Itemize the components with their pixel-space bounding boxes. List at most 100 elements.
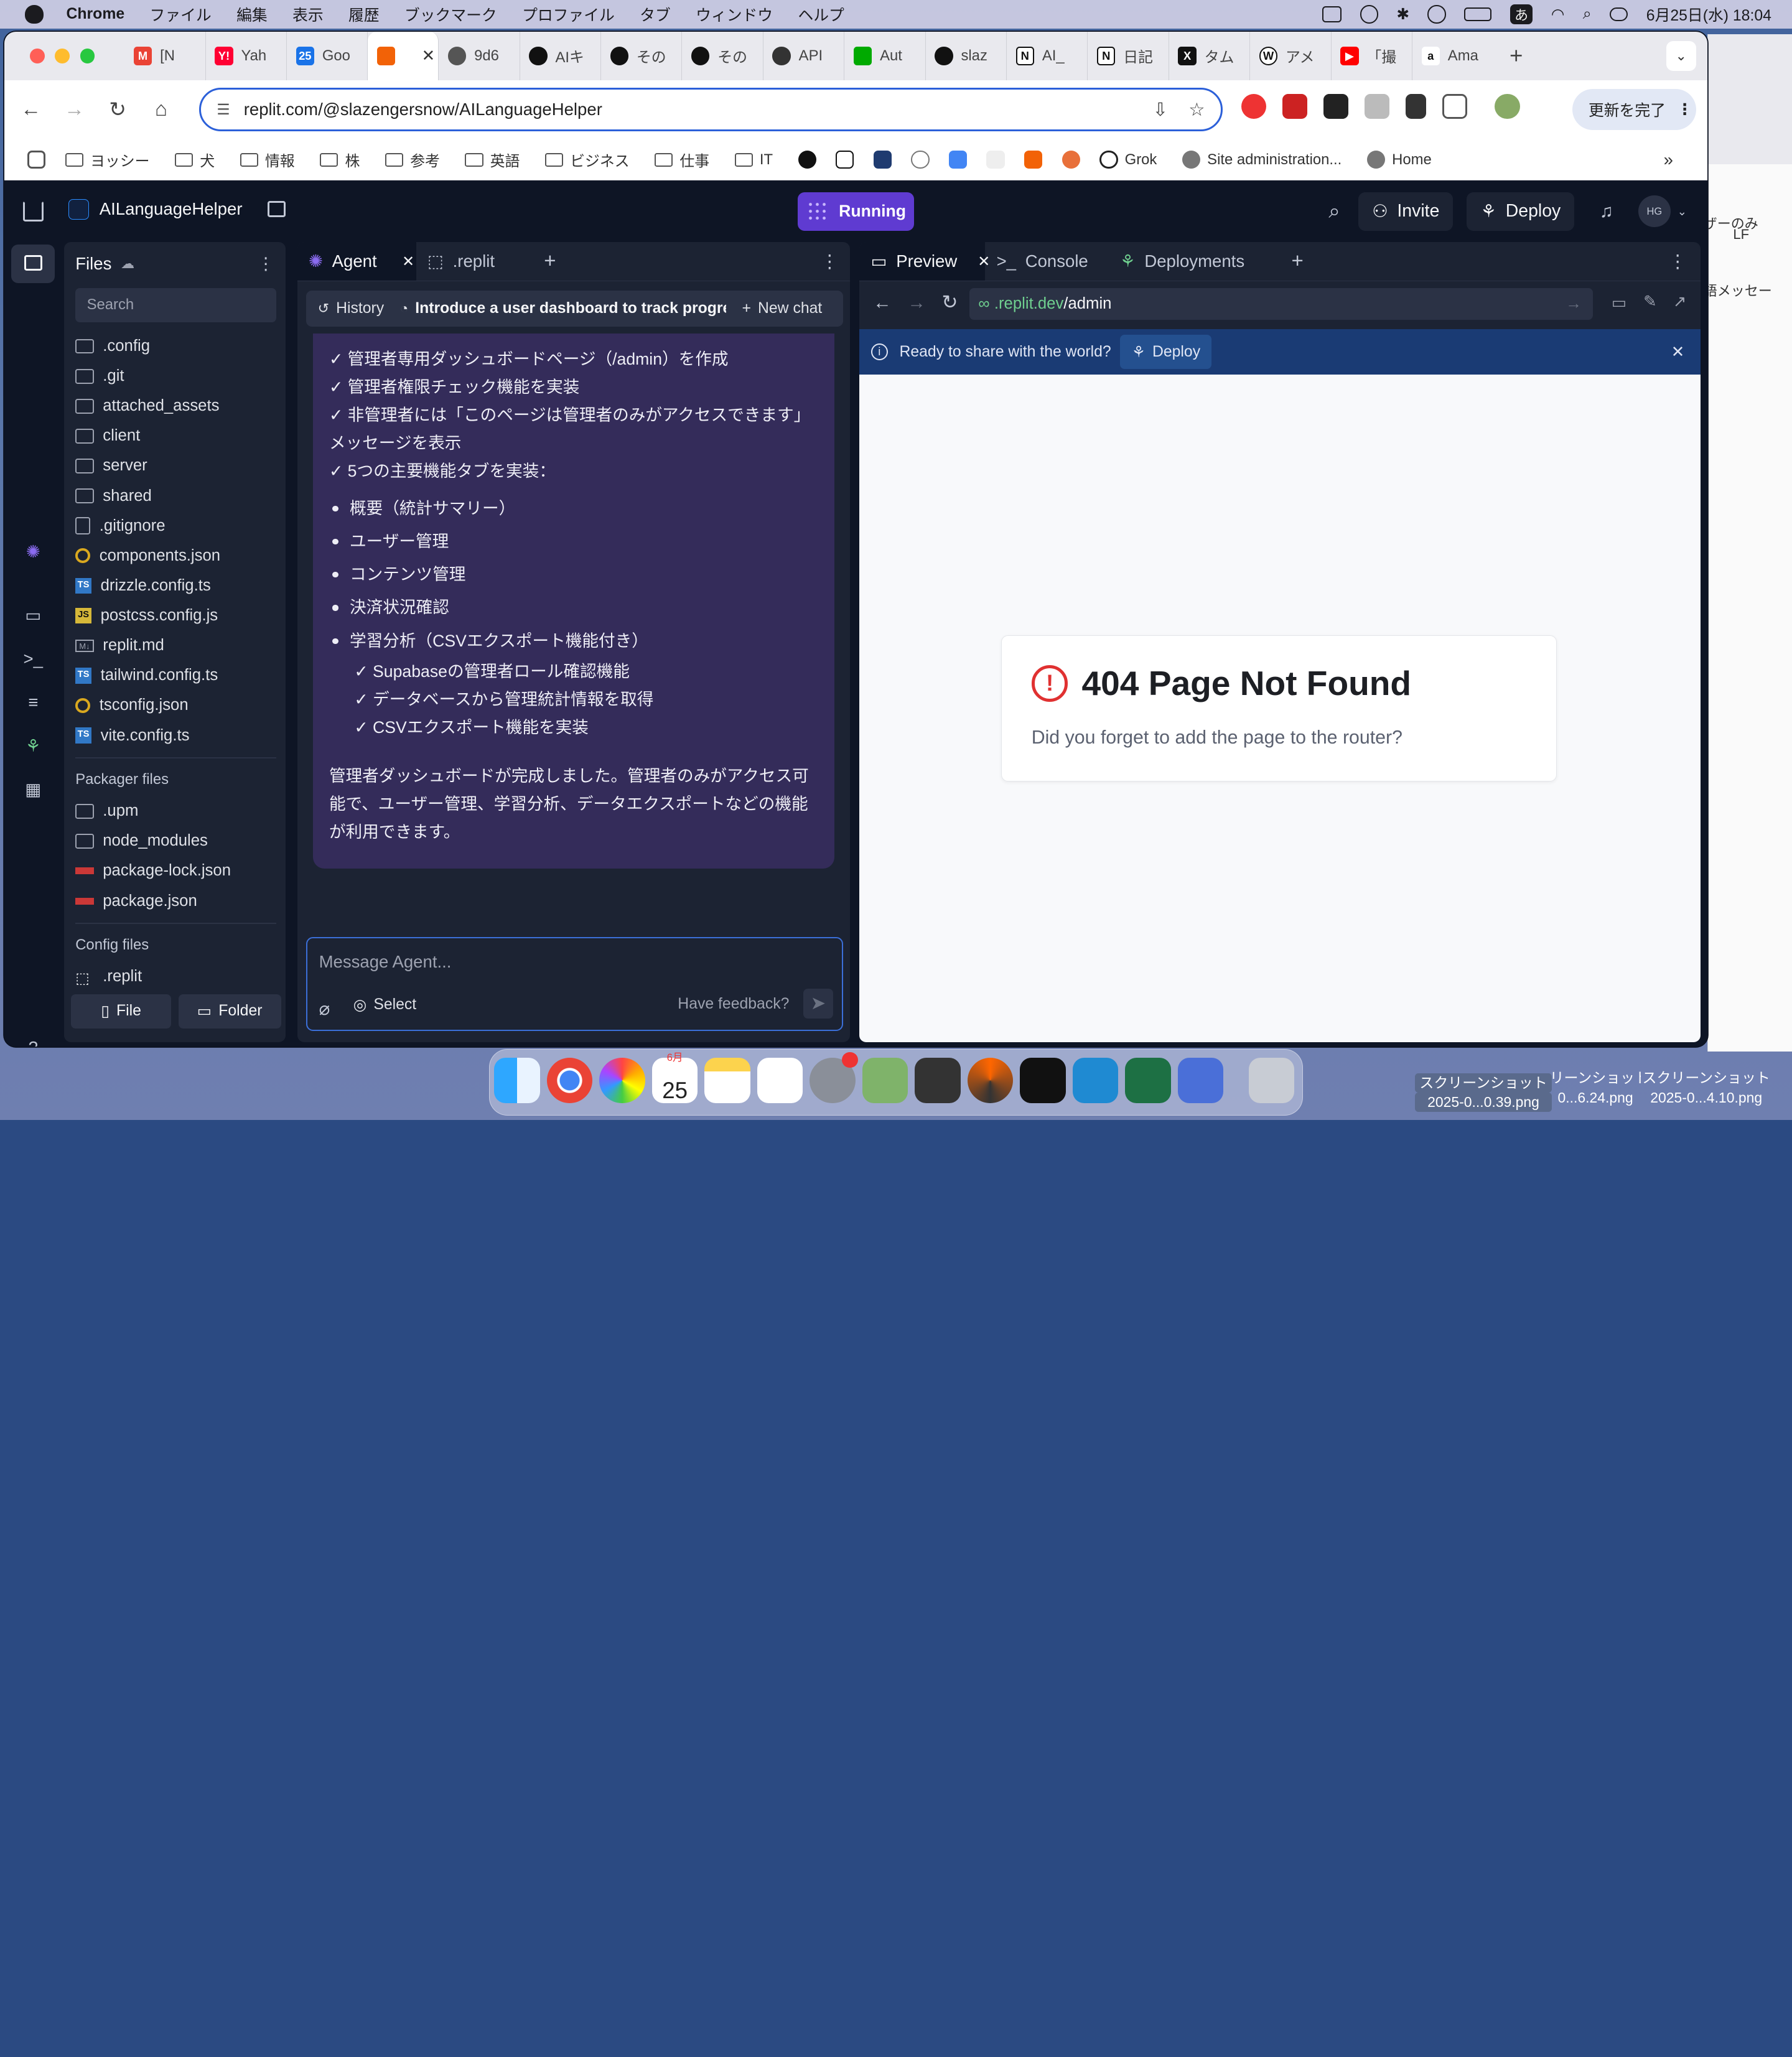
close-banner-icon[interactable]: ✕ — [1671, 343, 1685, 361]
bookmark-folder[interactable]: 株 — [320, 149, 360, 170]
play-icon[interactable] — [1360, 5, 1378, 24]
browser-tab[interactable]: API — [763, 32, 845, 80]
history-button[interactable]: History — [336, 300, 384, 317]
file-tree-item[interactable]: node_modules — [75, 829, 208, 854]
new-chat-button[interactable]: New chat — [758, 300, 822, 317]
tab-console[interactable]: >_ Console — [985, 242, 1108, 281]
lastpass-icon[interactable] — [1282, 93, 1308, 119]
files-tool-button[interactable] — [11, 245, 55, 284]
adblock-icon[interactable] — [1241, 93, 1267, 119]
calendar-icon[interactable]: 6月 25 — [651, 1052, 698, 1104]
iphone-mirroring-icon[interactable] — [1177, 1057, 1224, 1104]
file-tree-item[interactable]: shared — [75, 483, 152, 508]
browser-tab[interactable]: N AI_ — [1007, 32, 1088, 80]
database-icon[interactable]: ≡ — [22, 693, 45, 716]
browser-tab[interactable]: その — [601, 32, 683, 80]
new-folder-button[interactable]: ▭ Folder — [178, 994, 281, 1028]
browser-tab[interactable]: Y! Yah — [206, 32, 287, 80]
files-menu-icon[interactable]: ⋮ — [257, 254, 274, 274]
freeform-icon[interactable] — [757, 1057, 803, 1104]
file-tree-item[interactable]: components.json — [75, 543, 220, 568]
project-title[interactable]: AILanguageHelper — [68, 198, 286, 220]
search-icon[interactable]: ⌕ — [1328, 200, 1340, 223]
file-tree-item[interactable]: tsconfig.json — [75, 693, 189, 718]
add-tab-button[interactable]: + — [1291, 250, 1303, 273]
photos-icon[interactable] — [599, 1057, 645, 1104]
forward-button[interactable]: → — [52, 98, 96, 121]
invite-button[interactable]: ⚇ Invite — [1358, 192, 1454, 231]
menu-edit[interactable]: 編集 — [236, 3, 268, 26]
close-window-button[interactable] — [29, 49, 45, 63]
browser-tab[interactable]: Aut — [844, 32, 926, 80]
add-tab-button[interactable]: + — [544, 250, 556, 273]
address-bar-url[interactable]: replit.com/@slazengersnow/AILanguageHelp… — [244, 100, 602, 119]
preview-url-bar[interactable]: ∞ .replit.dev /admin → — [969, 287, 1594, 320]
browser-tab[interactable]: ▶ 「撮 — [1332, 32, 1412, 80]
bookmark-icon[interactable] — [873, 150, 892, 169]
bookmark-folder[interactable]: 情報 — [240, 149, 295, 170]
apple-icon[interactable] — [25, 5, 44, 24]
site-info-icon[interactable]: ☰ — [217, 101, 230, 119]
trash-icon[interactable] — [1248, 1057, 1295, 1104]
file-tree-item[interactable]: server — [75, 454, 147, 478]
file-tree-item[interactable]: attached_assets — [75, 394, 219, 419]
file-tree-item[interactable]: JS postcss.config.js — [75, 603, 218, 628]
attach-icon[interactable]: ⌀ — [319, 998, 330, 1020]
console-icon[interactable]: >_ — [22, 649, 45, 672]
bell-icon[interactable]: ♫ — [1600, 201, 1613, 222]
file-tree-item[interactable]: TS vite.config.ts — [75, 723, 189, 748]
bookmark-folder[interactable]: ヨッシー — [65, 149, 149, 170]
back-button[interactable]: ← — [9, 98, 53, 121]
bookmark-folder[interactable]: IT — [734, 151, 773, 169]
browser-tab[interactable]: X タム — [1169, 32, 1251, 80]
menu-bookmarks[interactable]: ブックマーク — [404, 3, 497, 26]
message-input[interactable]: Message Agent... — [319, 952, 452, 972]
preview-forward-button[interactable]: → — [907, 292, 925, 314]
eyedropper-icon[interactable] — [1406, 93, 1427, 119]
browser-tab[interactable]: 9d6 — [439, 32, 520, 80]
file-tree-item[interactable]: package.json — [75, 889, 197, 913]
file-tree-item[interactable]: M↓ replit.md — [75, 633, 164, 658]
file-tree-item[interactable]: TS drizzle.config.ts — [75, 573, 211, 598]
menu-window[interactable]: ウィンドウ — [696, 3, 773, 26]
drive-icon[interactable] — [1322, 6, 1342, 22]
claude-bookmark-icon[interactable] — [1062, 150, 1081, 169]
openai-bookmark-icon[interactable] — [798, 150, 816, 169]
browser-tab[interactable]: W アメ — [1250, 32, 1332, 80]
terminal-icon[interactable] — [1020, 1057, 1066, 1104]
wifi-icon[interactable]: ◠ — [1551, 5, 1565, 24]
new-file-button[interactable]: ▯ File — [70, 994, 172, 1028]
calculator-icon[interactable] — [915, 1057, 961, 1104]
time-machine-icon[interactable] — [1427, 5, 1446, 24]
close-tab-icon[interactable]: ✕ — [402, 253, 414, 271]
camera-extension-icon[interactable] — [1364, 93, 1390, 119]
puzzle-icon[interactable] — [1442, 93, 1468, 119]
install-app-icon[interactable]: ⇩ — [1153, 99, 1169, 121]
preview-back-button[interactable]: ← — [873, 292, 891, 314]
file-tree-item[interactable]: client — [75, 424, 140, 449]
input-method-indicator[interactable]: あ — [1510, 4, 1533, 24]
tab-deployments[interactable]: ⚘ Deployments — [1109, 242, 1281, 281]
vscode-icon[interactable] — [1072, 1057, 1119, 1104]
select-button[interactable]: ◎ Select — [353, 996, 417, 1014]
bookmark-folder[interactable]: ビジネス — [544, 149, 630, 170]
replit-bookmark-icon[interactable] — [1024, 150, 1043, 169]
deployments-icon[interactable]: ⚘ — [22, 736, 45, 759]
notes-icon[interactable] — [704, 1057, 750, 1104]
open-new-tab-icon[interactable]: ↗ — [1673, 292, 1687, 311]
chevron-down-icon[interactable]: ⌄ — [1678, 205, 1687, 218]
desktop-file[interactable]: スクリーンショット 2025-0...4.10.png — [1634, 1068, 1778, 1107]
apps-grid-icon[interactable] — [27, 150, 46, 169]
update-button[interactable]: 更新を完了 ⋮ — [1572, 89, 1696, 131]
new-tab-button[interactable]: + — [1510, 43, 1523, 69]
banner-deploy-button[interactable]: ⚘ Deploy — [1120, 335, 1212, 370]
reload-button[interactable]: ↻ — [96, 97, 139, 122]
devtools-icon[interactable]: ✎ — [1643, 292, 1657, 311]
bookmark-folder[interactable]: 犬 — [174, 149, 215, 170]
address-bar[interactable]: ☰ replit.com/@slazengersnow/AILanguageHe… — [198, 88, 1223, 132]
control-center-icon[interactable] — [1610, 7, 1628, 21]
home-button[interactable]: ⌂ — [139, 98, 183, 121]
bookmark-folder[interactable]: 参考 — [385, 149, 440, 170]
menu-file[interactable]: ファイル — [150, 3, 212, 26]
all-tools-icon[interactable]: ▦ — [22, 780, 45, 803]
